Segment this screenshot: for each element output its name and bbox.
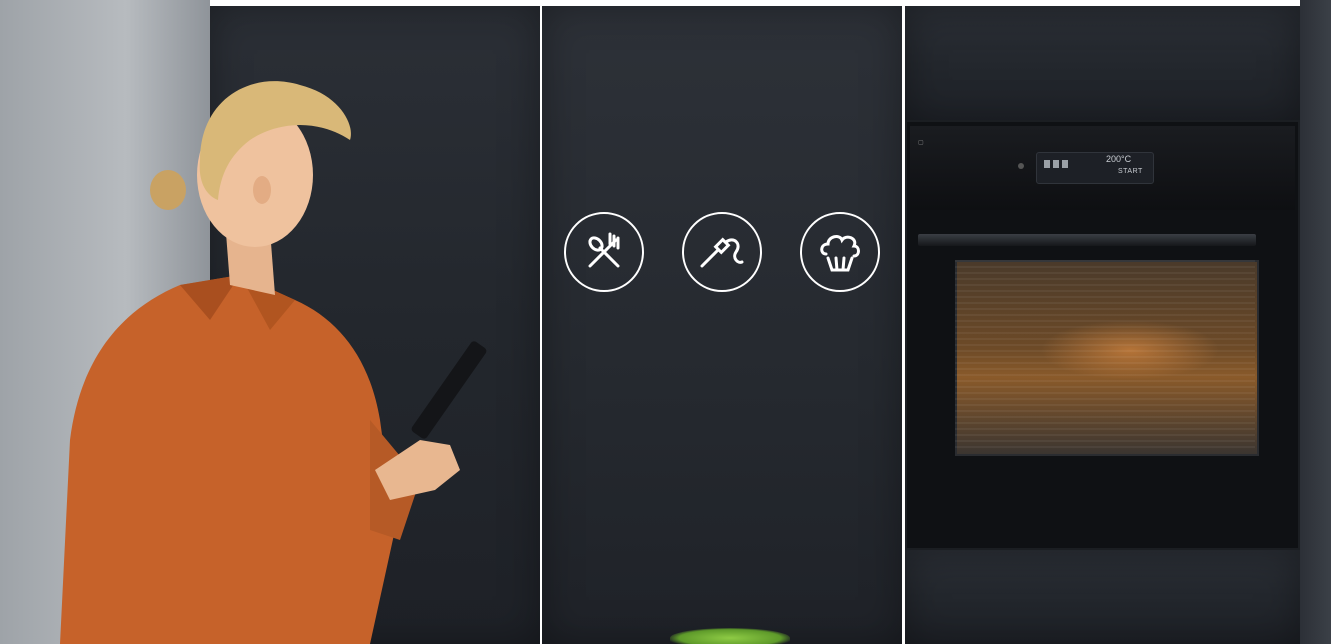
cabinet-panel-top-right <box>905 6 1300 124</box>
oven-temperature: 200°C <box>1106 154 1132 164</box>
cabinet-panel-bottom-right <box>905 550 1300 644</box>
cabinet-panel-center <box>542 6 902 644</box>
food-probe-icon <box>682 212 762 292</box>
display-menu-icons <box>1044 160 1084 170</box>
oven-brand-logo: ▢ <box>918 140 924 146</box>
oven-handle <box>918 234 1256 246</box>
kitchen-scene: ▢ 200°C START <box>0 0 1331 644</box>
woman-with-phone <box>60 81 487 644</box>
power-button[interactable] <box>1018 163 1024 169</box>
cutlery-icon <box>564 212 644 292</box>
oven-window-reflection <box>955 260 1255 452</box>
herb-plant <box>670 628 790 644</box>
cabinet-edge <box>1300 0 1331 644</box>
oven-start-label: START <box>1118 168 1143 175</box>
steam-icon <box>800 212 880 292</box>
